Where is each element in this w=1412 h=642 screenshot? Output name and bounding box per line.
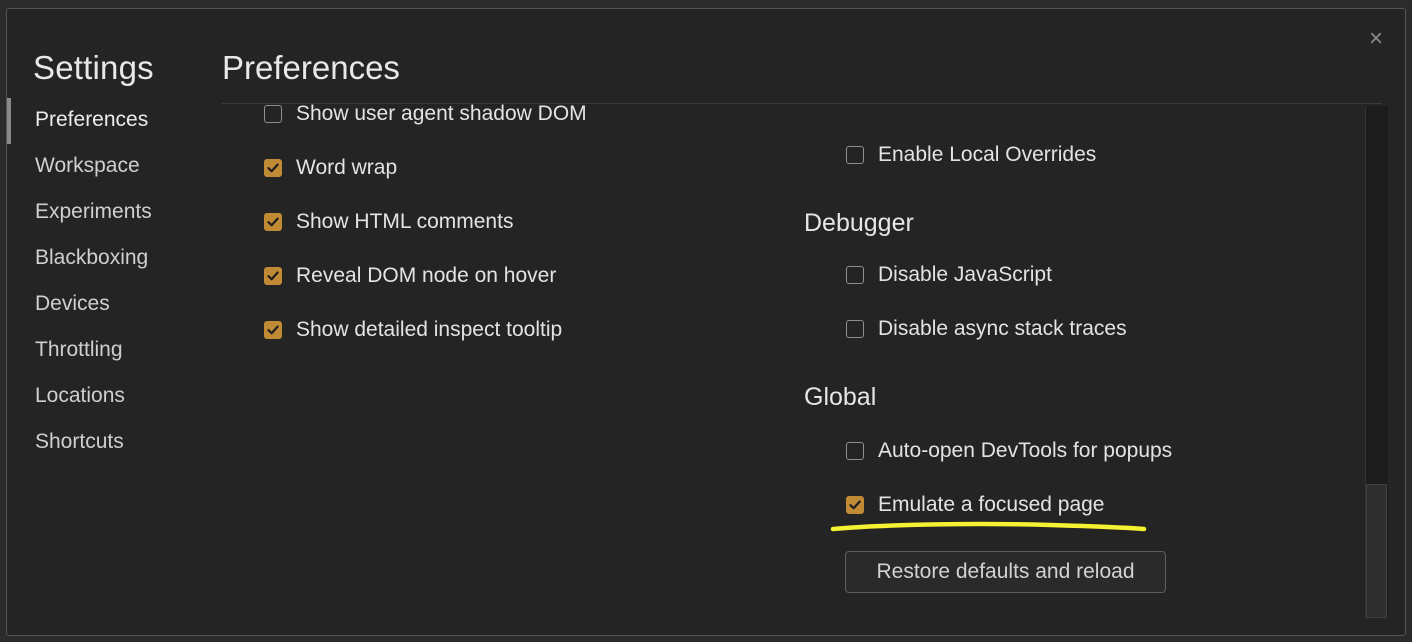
option-label: Show HTML comments (296, 210, 514, 233)
option-show-detailed-inspect-tooltip[interactable]: Show detailed inspect tooltip (264, 315, 562, 345)
option-enable-local-overrides[interactable]: Enable Local Overrides (846, 140, 1096, 170)
settings-title: Settings (33, 49, 154, 86)
option-label: Reveal DOM node on hover (296, 264, 557, 287)
checkbox[interactable] (846, 442, 864, 460)
checkbox[interactable] (264, 321, 282, 339)
restore-defaults-button[interactable]: Restore defaults and reload (845, 551, 1166, 593)
settings-dialog: × Settings Preferences Workspace Experim… (6, 8, 1406, 636)
sidebar-item-shortcuts[interactable]: Shortcuts (7, 419, 207, 465)
scrollbar-thumb[interactable] (1366, 484, 1387, 618)
option-emulate-a-focused-page[interactable]: Emulate a focused page (846, 490, 1105, 520)
close-icon[interactable]: × (1369, 27, 1383, 51)
checkbox[interactable] (846, 266, 864, 284)
sidebar-item-preferences[interactable]: Preferences (7, 97, 207, 144)
global-section-title: Global (804, 383, 877, 411)
option-word-wrap[interactable]: Word wrap (264, 153, 397, 183)
checkbox[interactable] (264, 213, 282, 231)
option-label: Auto-open DevTools for popups (878, 439, 1173, 462)
option-disable-javascript[interactable]: Disable JavaScript (846, 260, 1052, 290)
sidebar-item-devices[interactable]: Devices (7, 281, 207, 327)
sidebar-item-throttling[interactable]: Throttling (7, 327, 207, 373)
checkbox[interactable] (846, 496, 864, 514)
debugger-section-title: Debugger (804, 209, 914, 237)
checkbox[interactable] (846, 146, 864, 164)
highlight-stroke (830, 521, 1147, 532)
settings-sidebar: Preferences Workspace Experiments Blackb… (7, 97, 207, 465)
sidebar-item-experiments[interactable]: Experiments (7, 189, 207, 235)
sidebar-item-blackboxing[interactable]: Blackboxing (7, 235, 207, 281)
option-label: Enable Local Overrides (878, 143, 1097, 166)
sidebar-item-workspace[interactable]: Workspace (7, 143, 207, 189)
option-auto-open-devtools-for-popups[interactable]: Auto-open DevTools for popups (846, 436, 1172, 466)
checkbox[interactable] (264, 105, 282, 123)
page-title: Preferences (222, 49, 400, 86)
option-disable-async-stack-traces[interactable]: Disable async stack traces (846, 314, 1127, 344)
option-show-user-agent-shadow-dom[interactable]: Show user agent shadow DOM (264, 104, 587, 129)
option-label: Show user agent shadow DOM (296, 104, 587, 125)
option-label: Show detailed inspect tooltip (296, 318, 563, 341)
option-show-html-comments[interactable]: Show HTML comments (264, 207, 513, 237)
checkbox[interactable] (264, 159, 282, 177)
option-label: Emulate a focused page (878, 493, 1105, 516)
highlight-annotation (830, 521, 1147, 532)
option-label: Word wrap (296, 156, 398, 179)
checkbox[interactable] (846, 320, 864, 338)
option-label: Disable JavaScript (878, 263, 1052, 286)
option-label: Disable async stack traces (878, 317, 1127, 340)
option-reveal-dom-node-on-hover[interactable]: Reveal DOM node on hover (264, 261, 556, 291)
checkbox[interactable] (264, 267, 282, 285)
sidebar-item-locations[interactable]: Locations (7, 373, 207, 419)
preferences-content: Show user agent shadow DOM Word wrap Sho… (222, 104, 1362, 635)
